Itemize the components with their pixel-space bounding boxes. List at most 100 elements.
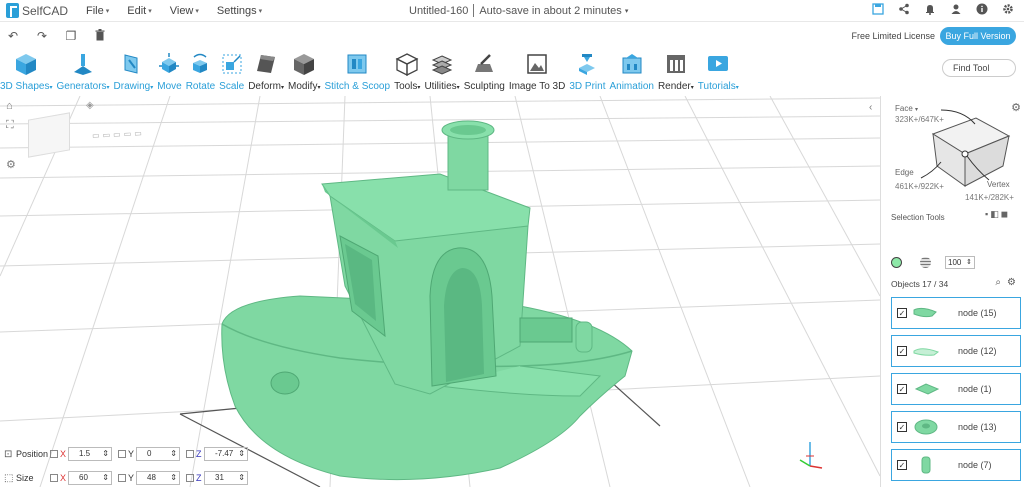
position-z-checkbox[interactable] [186,450,194,458]
chevron-down-icon[interactable]: ▾ [625,7,629,15]
brush-size-input[interactable]: 100 [945,256,975,269]
tool-render[interactable]: Render▾ [658,50,694,94]
tool-sculpting[interactable]: Sculpting [464,50,505,94]
position-x-input[interactable]: 1.5 [68,447,112,461]
object-thumbnail [914,419,938,435]
size-x-checkbox[interactable] [50,474,58,482]
tool-rotate[interactable]: Rotate [186,50,215,94]
menu-edit[interactable]: Edit ▾ [127,5,151,17]
user-icon[interactable] [948,3,964,19]
size-z-checkbox[interactable] [186,474,194,482]
tool-utilities-label: Utilities [424,81,457,92]
list-item[interactable]: ✓ node (7) [891,449,1021,481]
size-row: ⬚ Size X 60 Y 48 Z 31 [0,470,254,486]
size-y-checkbox[interactable] [118,474,126,482]
3d-viewport[interactable]: ⌂ ⛶ ⚙ ◈ ▭▭▭▭▭ ⊡ Position X 1.5 Y 0 Z -7.… [0,96,880,487]
copy-icon[interactable]: ❐ [64,29,78,43]
menu-settings[interactable]: Settings ▾ [217,5,262,17]
menu-file[interactable]: File ▾ [86,5,109,17]
tool-3d-shapes[interactable]: 3D Shapes▾ [0,50,53,94]
tool-tutorials[interactable]: Tutorials▾ [698,50,739,94]
vertex-count: 141K+/282K+ [965,193,1014,202]
search-icon[interactable]: ⌕ [995,277,1001,288]
chevron-down-icon: ▾ [195,7,199,15]
object-visibility-checkbox[interactable]: ✓ [897,460,907,470]
position-x-checkbox[interactable] [50,450,58,458]
object-visibility-checkbox[interactable]: ✓ [897,346,907,356]
undo-icon[interactable]: ↶ [6,29,20,43]
redo-icon[interactable]: ↷ [35,29,49,43]
autosave-status[interactable]: Auto-save in about 2 minutes [479,5,621,17]
brush-sphere-icon[interactable] [920,257,931,268]
tool-utilities[interactable]: Utilities▾ [424,50,460,94]
share-icon[interactable] [896,3,912,19]
tool-image-to-3d[interactable]: Image To 3D [509,50,565,94]
size-z-input[interactable]: 31 [204,471,248,485]
tool-move[interactable]: Move [157,50,182,94]
document-title[interactable]: Untitled-160 [409,5,468,17]
list-item[interactable]: ✓ node (15) [891,297,1021,329]
orbit-icon[interactable]: ⚙ [6,158,16,171]
size-y-input[interactable]: 48 [136,471,180,485]
object-visibility-checkbox[interactable]: ✓ [897,308,907,318]
top-right-icons [860,3,1016,19]
benchy-model[interactable] [0,96,880,487]
animation-icon [622,54,642,74]
tool-deform[interactable]: Deform▾ [248,50,284,94]
fit-view-icon[interactable]: ⛶ [6,119,16,132]
license-label: Free Limited License [851,31,935,41]
tool-modify[interactable]: Modify▾ [288,50,320,94]
tool-animation-label: Animation [609,81,654,92]
rotate-icon [193,53,208,73]
home-icon[interactable]: ⌂ [6,100,16,112]
selection-tool-mini-icons[interactable]: ▪◧◼ [985,209,1010,220]
gear-icon[interactable]: ⚙ [1007,277,1016,288]
camera-icon[interactable]: ◈ [86,100,94,111]
vertex-mode-label[interactable]: Vertex [987,180,1010,189]
edge-count: 461K+/922K+ [895,182,944,191]
list-item[interactable]: ✓ node (1) [891,373,1021,405]
tool-generators[interactable]: Generators▾ [57,50,110,94]
document-title-area: Untitled-160 Auto-save in about 2 minute… [409,4,628,17]
position-y-input[interactable]: 0 [136,447,180,461]
view-cube[interactable] [28,112,70,158]
edge-mode-label[interactable]: Edge [895,168,914,177]
list-item[interactable]: ✓ node (12) [891,335,1021,367]
bell-icon[interactable] [922,3,938,19]
tool-stitch-scoop[interactable]: Stitch & Scoop [324,50,390,94]
object-visibility-checkbox[interactable]: ✓ [897,384,907,394]
object-thumbnail [921,456,931,474]
collapse-panel-icon[interactable]: ‹ [869,102,879,116]
list-item[interactable]: ✓ node (13) [891,411,1021,443]
tool-rotate-label: Rotate [185,81,216,92]
delete-icon[interactable] [93,29,107,43]
tool-label: Render▾ [658,81,694,92]
tool-label: Tutorials▾ [698,81,739,92]
tool-drawing[interactable]: Drawing▾ [114,50,153,94]
info-icon[interactable] [974,3,990,19]
tool-tools[interactable]: Tools▾ [394,50,420,94]
selection-color-swatch[interactable] [891,257,902,268]
cube-icon [16,54,37,75]
tool-label: Tools▾ [394,81,420,92]
tool-scale[interactable]: Scale [219,50,244,94]
object-visibility-checkbox[interactable]: ✓ [897,422,907,432]
tool-tutorials-label: Tutorials [697,81,736,92]
menu-view[interactable]: View ▾ [170,5,199,17]
buy-full-version-button[interactable]: Buy Full Version [940,27,1016,45]
find-tool-input[interactable]: Find Tool [942,59,1016,77]
gear-icon[interactable] [1000,3,1016,19]
face-mode-label[interactable]: Face ▾ [895,104,918,113]
main-toolbar: 3D Shapes▾ Generators▾ Drawing▾ Move Rot… [0,50,1024,94]
position-z-input[interactable]: -7.47 [204,447,248,461]
position-y-checkbox[interactable] [118,450,126,458]
face-count: 323K+/647K+ [895,115,944,124]
save-icon[interactable] [870,3,886,19]
tool-3d-print[interactable]: 3D Print [569,50,605,94]
tool-animation[interactable]: Animation [609,50,654,94]
axis-y-label: Y [128,449,135,459]
axis-y-label: Y [128,473,135,483]
app-logo[interactable]: SelfCAD [6,3,68,18]
size-x-input[interactable]: 60 [68,471,112,485]
axis-x-label: X [60,449,67,459]
